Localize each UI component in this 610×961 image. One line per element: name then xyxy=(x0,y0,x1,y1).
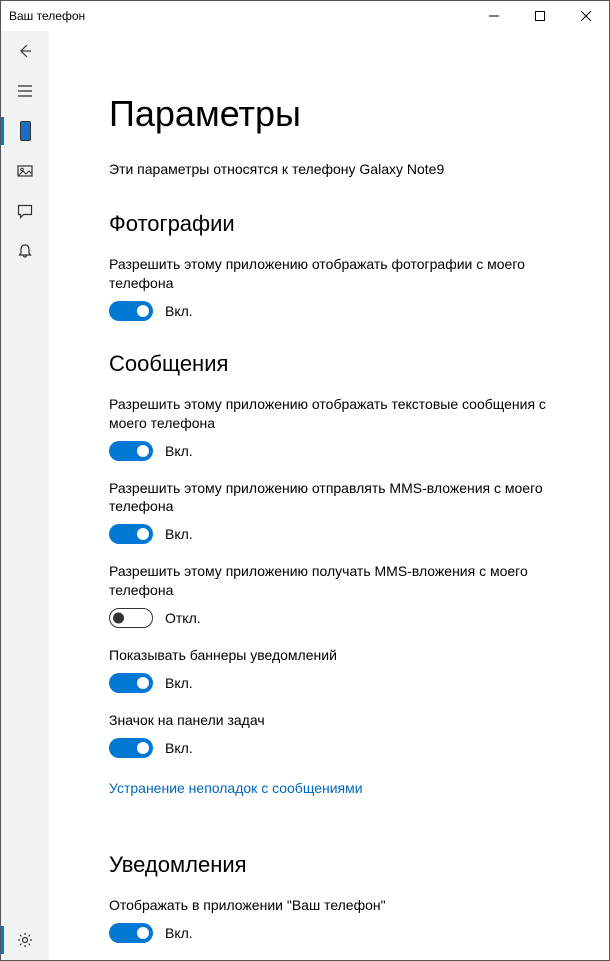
setting-label: Разрешить этому приложению отображать фо… xyxy=(109,255,579,293)
toggle-thumb xyxy=(113,613,124,624)
content-area[interactable]: Параметры Эти параметры относятся к теле… xyxy=(49,31,609,960)
maximize-icon xyxy=(535,8,545,24)
toggle-row: Вкл. xyxy=(109,738,579,758)
window-title: Ваш телефон xyxy=(9,9,85,23)
bell-icon xyxy=(16,242,34,260)
maximize-button[interactable] xyxy=(517,1,563,31)
titlebar: Ваш телефон xyxy=(1,1,609,31)
setting-label: Отображать в приложении "Ваш телефон" xyxy=(109,896,579,915)
arrow-left-icon xyxy=(16,42,34,60)
sidebar-top xyxy=(1,31,49,920)
section-messages: Сообщения Разрешить этому приложению ото… xyxy=(109,351,579,822)
toggle-row: Вкл. xyxy=(109,923,579,943)
setting-photos-allow: Разрешить этому приложению отображать фо… xyxy=(109,255,579,321)
sidebar-item-settings[interactable] xyxy=(1,920,49,960)
setting-messages-taskbar-icon: Значок на панели задач Вкл. xyxy=(109,711,579,758)
toggle-state: Вкл. xyxy=(165,740,193,756)
window-controls xyxy=(471,1,609,31)
page-subtitle: Эти параметры относятся к телефону Galax… xyxy=(109,161,579,177)
setting-label: Разрешить этому приложению отправлять MM… xyxy=(109,479,579,517)
image-icon xyxy=(16,162,34,180)
toggle-thumb xyxy=(137,742,149,754)
sidebar xyxy=(1,31,49,960)
close-button[interactable] xyxy=(563,1,609,31)
chat-icon xyxy=(16,202,34,220)
toggle-messages-banners[interactable] xyxy=(109,673,153,693)
toggle-row: Вкл. xyxy=(109,524,579,544)
page-title: Параметры xyxy=(109,93,579,135)
toggle-messages-send-mms[interactable] xyxy=(109,524,153,544)
toggle-photos-allow[interactable] xyxy=(109,301,153,321)
hamburger-icon xyxy=(16,82,34,100)
app-body: Параметры Эти параметры относятся к теле… xyxy=(1,31,609,960)
setting-messages-display: Разрешить этому приложению отображать те… xyxy=(109,395,579,461)
minimize-icon xyxy=(489,8,499,24)
toggle-row: Вкл. xyxy=(109,301,579,321)
section-photos: Фотографии Разрешить этому приложению от… xyxy=(109,211,579,321)
toggle-row: Вкл. xyxy=(109,673,579,693)
setting-label: Значок на панели задач xyxy=(109,711,579,730)
setting-label: Показывать баннеры уведомлений xyxy=(109,646,579,665)
section-notifications: Уведомления Отображать в приложении "Ваш… xyxy=(109,852,579,960)
toggle-messages-taskbar-icon[interactable] xyxy=(109,738,153,758)
minimize-button[interactable] xyxy=(471,1,517,31)
setting-notifications-show-in-app: Отображать в приложении "Ваш телефон" Вк… xyxy=(109,896,579,943)
toggle-thumb xyxy=(137,305,149,317)
link-messages-troubleshoot[interactable]: Устранение неполадок с сообщениями xyxy=(109,780,363,796)
setting-label: Разрешить этому приложению отображать те… xyxy=(109,395,579,433)
sidebar-item-photos[interactable] xyxy=(1,151,49,191)
app-window: Ваш телефон xyxy=(0,0,610,961)
setting-messages-send-mms: Разрешить этому приложению отправлять MM… xyxy=(109,479,579,545)
phone-icon xyxy=(16,122,34,140)
setting-messages-receive-mms: Разрешить этому приложению получать MMS-… xyxy=(109,562,579,628)
sidebar-item-messages[interactable] xyxy=(1,191,49,231)
sidebar-item-phone[interactable] xyxy=(1,111,49,151)
toggle-row: Откл. xyxy=(109,608,579,628)
toggle-state: Вкл. xyxy=(165,675,193,691)
section-title-notifications: Уведомления xyxy=(109,852,579,878)
setting-label: Разрешить этому приложению получать MMS-… xyxy=(109,562,579,600)
toggle-row: Вкл. xyxy=(109,441,579,461)
toggle-state: Вкл. xyxy=(165,303,193,319)
gear-icon xyxy=(16,931,34,949)
toggle-state: Вкл. xyxy=(165,443,193,459)
close-icon xyxy=(581,8,591,24)
section-title-messages: Сообщения xyxy=(109,351,579,377)
toggle-thumb xyxy=(137,528,149,540)
toggle-messages-display[interactable] xyxy=(109,441,153,461)
section-title-photos: Фотографии xyxy=(109,211,579,237)
sidebar-bottom xyxy=(1,920,49,960)
toggle-state: Откл. xyxy=(165,610,201,626)
sidebar-item-menu[interactable] xyxy=(1,71,49,111)
sidebar-item-notifications[interactable] xyxy=(1,231,49,271)
toggle-thumb xyxy=(137,677,149,689)
toggle-messages-receive-mms[interactable] xyxy=(109,608,153,628)
toggle-notifications-show-in-app[interactable] xyxy=(109,923,153,943)
setting-messages-banners: Показывать баннеры уведомлений Вкл. xyxy=(109,646,579,693)
toggle-state: Вкл. xyxy=(165,526,193,542)
toggle-state: Вкл. xyxy=(165,925,193,941)
toggle-thumb xyxy=(137,927,149,939)
toggle-thumb xyxy=(137,445,149,457)
sidebar-item-back[interactable] xyxy=(1,31,49,71)
